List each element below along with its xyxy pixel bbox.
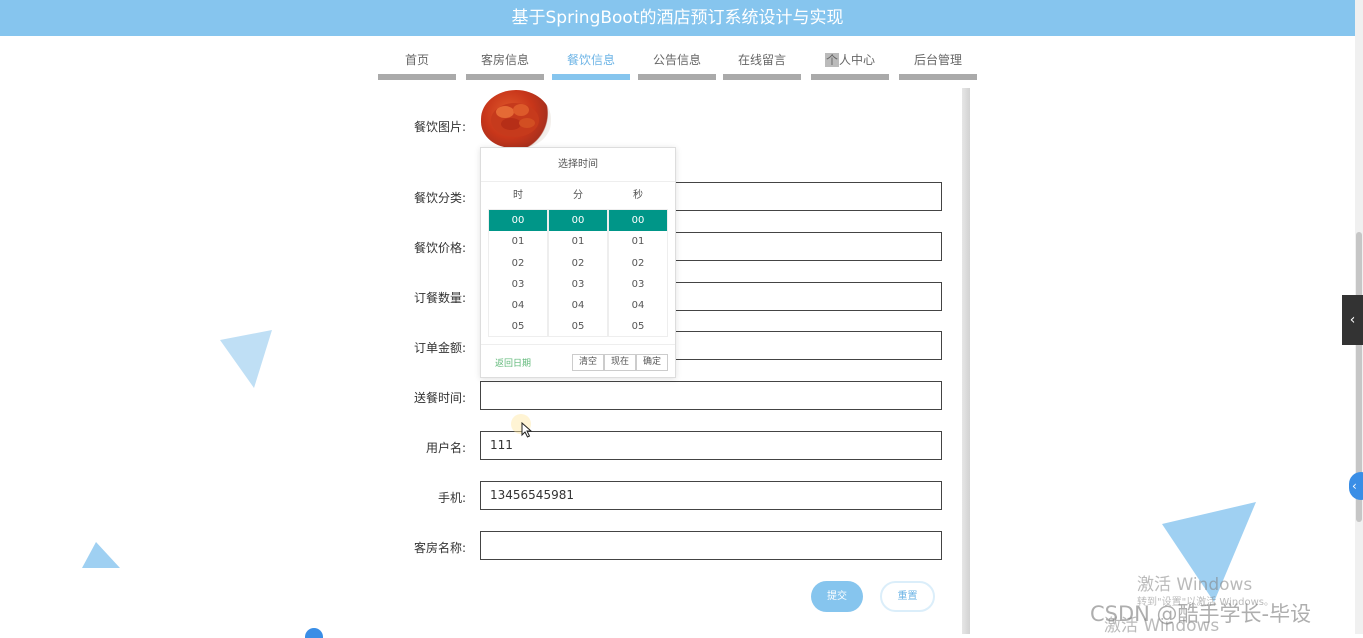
main-nav: 首页 客房信息 餐饮信息 公告信息 在线留言 个人中心 后台管理 — [0, 36, 1355, 88]
minute-option-selected[interactable]: 00 — [549, 210, 607, 232]
room-name-input[interactable] — [480, 531, 942, 560]
minute-option[interactable]: 05 — [549, 316, 607, 336]
field-label-username: 用户名: — [425, 441, 466, 455]
nav-admin[interactable]: 后台管理 — [899, 50, 977, 80]
second-option[interactable]: 01 — [609, 231, 667, 252]
minute-option[interactable]: 01 — [549, 231, 607, 252]
hour-column-header: 时 — [513, 190, 523, 201]
field-label-room-name: 客房名称: — [413, 541, 466, 555]
nav-notices[interactable]: 公告信息 — [638, 50, 716, 80]
second-option[interactable]: 02 — [609, 253, 667, 274]
image-field-label: 餐饮图片: — [413, 120, 466, 134]
minute-option[interactable]: 03 — [549, 274, 607, 295]
nav-underline — [466, 74, 544, 80]
username-input[interactable]: 111 — [480, 431, 942, 460]
phone-input[interactable]: 13456545981 — [480, 481, 942, 510]
second-column[interactable]: 00 01 02 03 04 05 — [608, 209, 668, 337]
field-label-delivery-time: 送餐时间: — [413, 391, 466, 405]
food-image — [481, 90, 551, 148]
windows-activation-title: 激活 Windows — [1137, 575, 1253, 595]
now-button[interactable]: 现在 — [604, 354, 636, 371]
confirm-button[interactable]: 确定 — [636, 354, 668, 371]
nav-home-label: 首页 — [404, 53, 429, 67]
nav-underline — [811, 74, 889, 80]
hour-option[interactable]: 01 — [489, 231, 547, 252]
nav-notices-label: 公告信息 — [652, 53, 701, 67]
nav-messages[interactable]: 在线留言 — [723, 50, 801, 80]
nav-rooms-label: 客房信息 — [480, 53, 529, 67]
second-option[interactable]: 03 — [609, 274, 667, 295]
hour-option[interactable]: 05 — [489, 316, 547, 336]
page-title: 基于SpringBoot的酒店预订系统设计与实现 — [0, 0, 1355, 36]
hour-option[interactable]: 02 — [489, 253, 547, 274]
clear-button[interactable]: 清空 — [572, 354, 604, 371]
mouse-cursor-icon — [521, 422, 533, 438]
reset-button[interactable]: 重置 — [880, 581, 935, 612]
decor-triangle-bottom-left — [82, 542, 120, 568]
nav-home[interactable]: 首页 — [378, 50, 456, 80]
chevron-left-handle-icon[interactable]: ‹ — [1349, 472, 1363, 500]
back-to-date-link[interactable]: 返回日期 — [495, 356, 531, 369]
second-option[interactable]: 05 — [609, 316, 667, 336]
nav-underline — [638, 74, 716, 80]
time-picker-footer: 返回日期 清空 现在 确定 — [481, 344, 675, 378]
field-label-price: 餐饮价格: — [413, 241, 466, 255]
time-picker-popup: 选择时间 时 分 秒 00 01 02 03 04 05 00 01 02 03… — [480, 147, 676, 378]
nav-dining-label: 餐饮信息 — [566, 53, 615, 67]
field-label-amount: 订单金额: — [413, 341, 466, 355]
content-panel-edge — [962, 88, 970, 634]
nav-admin-label: 后台管理 — [913, 53, 962, 67]
windows-activation-duplicate: 激活 Windows — [1104, 616, 1220, 636]
time-picker-title: 选择时间 — [481, 148, 675, 182]
nav-underline-active — [552, 74, 630, 80]
submit-button[interactable]: 提交 — [811, 581, 863, 612]
floating-dot-icon[interactable] — [305, 628, 323, 638]
minute-column[interactable]: 00 01 02 03 04 05 — [548, 209, 608, 337]
field-label-category: 餐饮分类: — [413, 191, 466, 205]
second-option[interactable]: 04 — [609, 295, 667, 316]
nav-rooms[interactable]: 客房信息 — [466, 50, 544, 80]
nav-profile-mark: 个 — [824, 53, 839, 67]
minute-option[interactable]: 04 — [549, 295, 607, 316]
hour-column[interactable]: 00 01 02 03 04 05 — [488, 209, 548, 337]
minute-option[interactable]: 02 — [549, 253, 607, 274]
chevron-left-icon[interactable]: ‹ — [1342, 295, 1363, 345]
nav-dining[interactable]: 餐饮信息 — [552, 50, 630, 80]
nav-profile[interactable]: 个人中心 — [811, 50, 889, 80]
decor-triangle-left — [220, 330, 272, 388]
second-column-header: 秒 — [633, 190, 643, 201]
food-image-detail — [491, 103, 539, 137]
field-label-quantity: 订餐数量: — [413, 291, 466, 305]
nav-messages-label: 在线留言 — [737, 53, 786, 67]
nav-profile-rest: 人中心 — [839, 53, 876, 67]
delivery-time-input[interactable] — [480, 381, 942, 410]
hour-option[interactable]: 03 — [489, 274, 547, 295]
nav-profile-label: 个人中心 — [811, 50, 889, 72]
nav-underline — [378, 74, 456, 80]
minute-column-header: 分 — [573, 190, 583, 201]
nav-underline — [899, 74, 977, 80]
hour-option[interactable]: 04 — [489, 295, 547, 316]
hour-option-selected[interactable]: 00 — [489, 210, 547, 232]
field-label-phone: 手机: — [437, 491, 466, 505]
second-option-selected[interactable]: 00 — [609, 210, 667, 232]
nav-underline — [723, 74, 801, 80]
